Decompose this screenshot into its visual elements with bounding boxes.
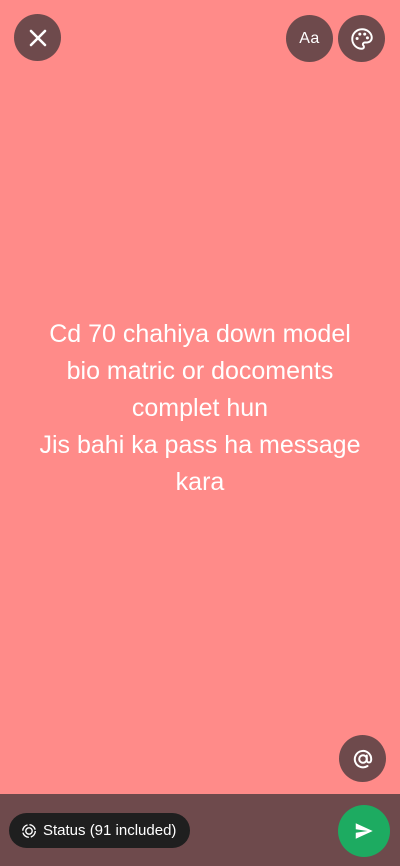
mention-button[interactable]	[339, 735, 386, 782]
status-text-line: Jis bahi ka pass ha message	[39, 431, 361, 459]
status-canvas[interactable]: Aa Cd 70 chahiya down model bio matric o…	[0, 0, 400, 794]
text-style-label: Aa	[299, 29, 320, 47]
status-audience-label: Status (91 included)	[43, 822, 177, 839]
close-icon	[29, 29, 46, 46]
send-button[interactable]	[338, 805, 390, 857]
color-palette-button[interactable]	[338, 15, 385, 62]
status-text-line: Cd 70 chahiya down model	[49, 320, 351, 348]
status-text-line: bio matric or docoments	[66, 357, 334, 385]
at-icon	[353, 749, 372, 768]
status-ring-icon	[21, 823, 37, 838]
status-text-line: kara	[175, 468, 225, 496]
status-audience-button[interactable]: Status (91 included)	[9, 813, 191, 848]
close-button[interactable]	[14, 14, 61, 61]
palette-icon	[350, 27, 373, 50]
send-icon	[355, 823, 373, 839]
text-style-button[interactable]: Aa	[286, 15, 333, 62]
status-text-line: complet hun	[131, 394, 269, 422]
status-text[interactable]: Cd 70 chahiya down model bio matric or d…	[20, 316, 380, 501]
